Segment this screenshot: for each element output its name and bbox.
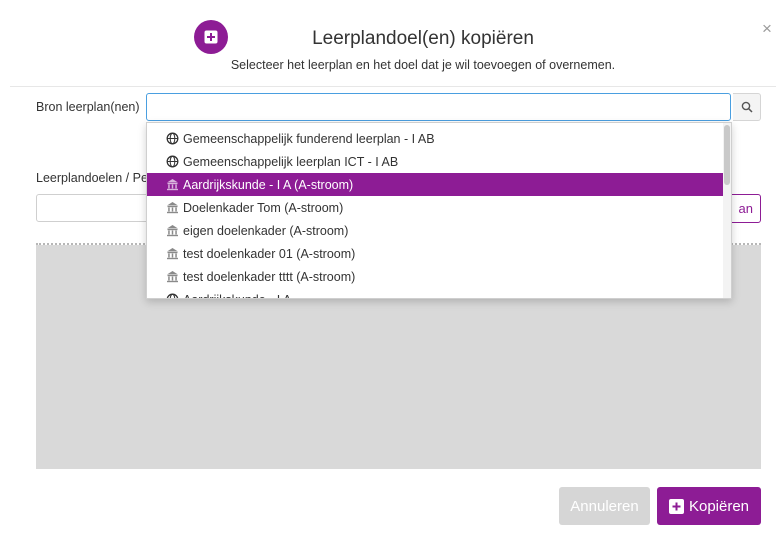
dropdown-option[interactable]: test doelenkader 01 (A-stroom) xyxy=(147,242,723,265)
copy-goals-dialog: Leerplandoel(en) kopiëren Selecteer het … xyxy=(0,0,778,544)
dropdown-option[interactable]: Doelenkader Tom (A-stroom) xyxy=(147,196,723,219)
school-icon xyxy=(165,201,179,215)
dialog-subtitle: Selecteer het leerplan en het doel dat j… xyxy=(230,58,616,72)
dropdown-option-label: test doelenkader tttt (A-stroom) xyxy=(183,269,356,284)
dropdown-option[interactable]: eigen doelenkader (A-stroom) xyxy=(147,219,723,242)
close-icon[interactable]: × xyxy=(762,20,776,37)
globe-icon xyxy=(165,155,179,169)
dialog-header: Leerplandoel(en) kopiëren Selecteer het … xyxy=(10,8,776,87)
dropdown-option-label: Aardrijkskunde - I A xyxy=(183,293,291,299)
dropdown-option[interactable]: Aardrijkskunde - I A (A-stroom) xyxy=(147,173,723,196)
school-icon xyxy=(165,178,179,192)
dialog-title: Leerplandoel(en) kopiëren xyxy=(312,28,534,49)
dropdown-option[interactable]: Gemeenschappelijk funderend leerplan - I… xyxy=(147,127,723,150)
dropdown-option-label: Doelenkader Tom (A-stroom) xyxy=(183,200,344,215)
bron-leerplan-input[interactable] xyxy=(146,93,731,121)
dropdown-list: Gemeenschappelijk funderend leerplan - I… xyxy=(147,127,723,299)
school-icon xyxy=(165,224,179,238)
leerplandoelen-label: Leerplandoelen / Pe xyxy=(36,171,148,185)
copy-button-label: Kopiëren xyxy=(688,497,750,515)
dropdown-option[interactable]: Aardrijkskunde - I A xyxy=(147,288,723,299)
dropdown-option-label: Gemeenschappelijk leerplan ICT - I AB xyxy=(183,154,399,169)
dropdown-option-label: Gemeenschappelijk funderend leerplan - I… xyxy=(183,131,435,146)
school-icon xyxy=(165,270,179,284)
bron-dropdown: Gemeenschappelijk funderend leerplan - I… xyxy=(146,122,732,299)
dropdown-option[interactable]: Gemeenschappelijk leerplan ICT - I AB xyxy=(147,150,723,173)
dropdown-option-label: test doelenkader 01 (A-stroom) xyxy=(183,246,356,261)
dropdown-option[interactable]: test doelenkader tttt (A-stroom) xyxy=(147,265,723,288)
dropdown-scrollbar[interactable] xyxy=(723,123,731,298)
dropdown-option-label: Aardrijkskunde - I A (A-stroom) xyxy=(183,177,354,192)
globe-icon xyxy=(165,132,179,146)
dropdown-scrollbar-thumb[interactable] xyxy=(724,125,730,185)
bron-leerplan-label: Bron leerplan(nen) xyxy=(36,100,140,114)
cancel-button[interactable]: Annuleren xyxy=(559,487,650,525)
copy-button[interactable]: Kopiëren xyxy=(657,487,761,525)
dropdown-option-label: eigen doelenkader (A-stroom) xyxy=(183,223,349,238)
search-button[interactable] xyxy=(733,93,761,121)
globe-icon xyxy=(165,293,179,298)
search-icon xyxy=(741,101,753,113)
plus-icon xyxy=(668,498,684,514)
school-icon xyxy=(165,247,179,261)
